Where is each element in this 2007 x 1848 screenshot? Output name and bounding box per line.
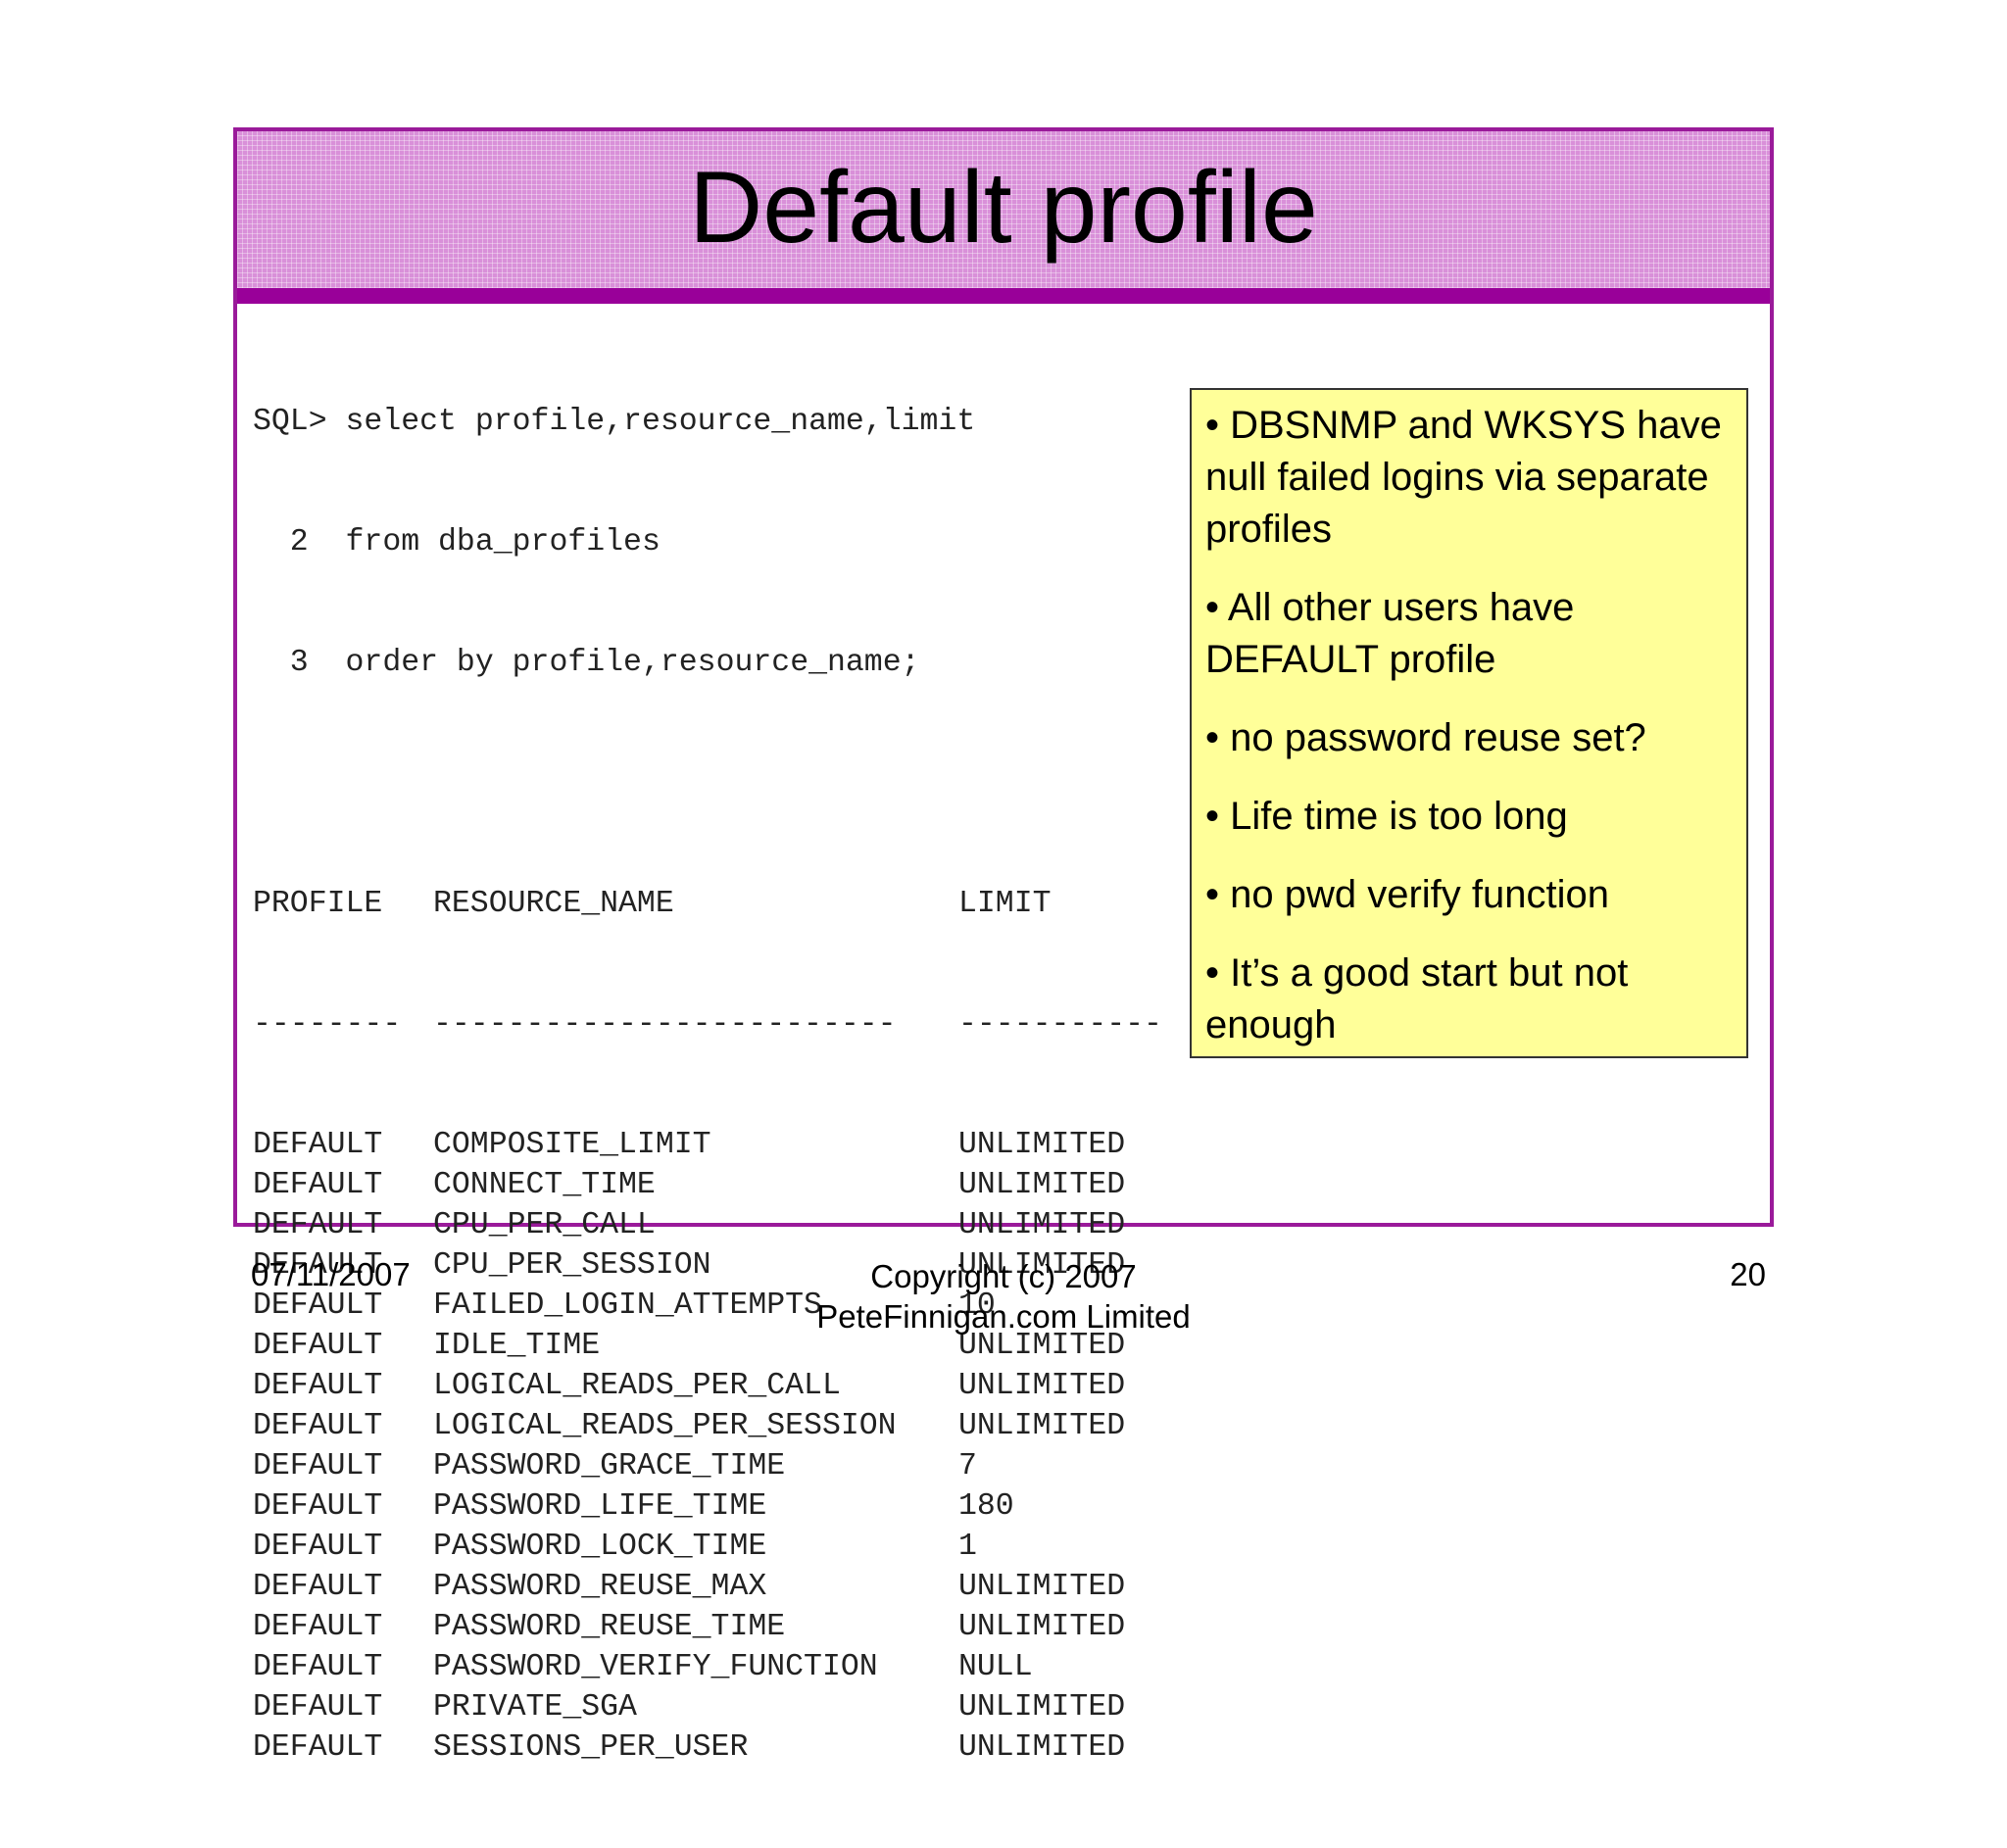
- note-item: • no password reuse set?: [1205, 716, 1646, 759]
- cell-profile: DEFAULT: [253, 1409, 383, 1443]
- cell-profile: DEFAULT: [253, 1650, 383, 1684]
- cell-resource-name: PASSWORD_REUSE_TIME: [433, 1610, 786, 1644]
- table-row: DEFAULT PASSWORD_REUSE_TIME UNLIMITED: [253, 1607, 1162, 1647]
- cell-limit: UNLIMITED: [958, 1570, 1126, 1604]
- cell-profile: DEFAULT: [253, 1369, 383, 1403]
- cell-profile: DEFAULT: [253, 1329, 383, 1363]
- cell-limit: UNLIMITED: [958, 1610, 1126, 1644]
- cell-profile: DEFAULT: [253, 1449, 383, 1483]
- table-row: DEFAULT PASSWORD_LOCK_TIME 1: [253, 1527, 1162, 1567]
- cell-limit: 1: [958, 1530, 977, 1564]
- sql-line: 3 order by profile,resource_name;: [253, 646, 920, 680]
- cell-limit: UNLIMITED: [958, 1208, 1126, 1242]
- cell-limit: NULL: [958, 1650, 1033, 1684]
- header-resource-name: RESOURCE_NAME: [433, 887, 674, 921]
- slide-frame: Default profile SQL> select profile,reso…: [233, 127, 1774, 1765]
- cell-resource-name: CONNECT_TIME: [433, 1168, 656, 1202]
- cell-resource-name: LOGICAL_READS_PER_SESSION: [433, 1409, 897, 1443]
- cell-resource-name: COMPOSITE_LIMIT: [433, 1128, 711, 1162]
- table-row: DEFAULT CONNECT_TIME UNLIMITED: [253, 1165, 1162, 1205]
- note-item: • Life time is too long: [1205, 795, 1568, 838]
- note-item: • All other users have DEFAULT profile: [1205, 586, 1575, 681]
- cell-profile: DEFAULT: [253, 1730, 383, 1765]
- table-body: DEFAULT COMPOSITE_LIMIT UNLIMITED DEFAULT CO…: [253, 1125, 1162, 1768]
- separator-resource-name: -------------------------: [433, 1007, 897, 1042]
- table-row: DEFAULT PASSWORD_REUSE_MAX UNLIMITED: [253, 1567, 1162, 1607]
- footer-date: 07/11/2007: [251, 1256, 411, 1292]
- table-row: DEFAULT PRIVATE_SGA UNLIMITED: [253, 1687, 1162, 1727]
- note-item: • DBSNMP and WKSYS have null failed logi…: [1205, 404, 1722, 551]
- table-row: DEFAULT LOGICAL_READS_PER_SESSION UNLIMITE…: [253, 1406, 1162, 1446]
- cell-limit: 180: [958, 1489, 1014, 1524]
- footer-copyright: Copyright (c) 2007 PeteFinnigan.com Limi…: [710, 1256, 1297, 1337]
- note-item: • It’s a good start but not enough: [1205, 951, 1629, 1046]
- cell-profile: DEFAULT: [253, 1208, 383, 1242]
- slide-title: Default profile: [689, 151, 1318, 265]
- cell-limit: UNLIMITED: [958, 1409, 1126, 1443]
- table-row: DEFAULT COMPOSITE_LIMIT UNLIMITED: [253, 1125, 1162, 1165]
- cell-limit: UNLIMITED: [958, 1730, 1126, 1765]
- cell-profile: DEFAULT: [253, 1168, 383, 1202]
- cell-resource-name: PASSWORD_LIFE_TIME: [433, 1489, 767, 1524]
- cell-profile: DEFAULT: [253, 1610, 383, 1644]
- table-row: DEFAULT PASSWORD_VERIFY_FUNCTION NULL: [253, 1647, 1162, 1687]
- sql-line: SQL> select profile,resource_name,limit: [253, 405, 976, 439]
- separator-profile: --------: [253, 1007, 402, 1042]
- cell-resource-name: LOGICAL_READS_PER_CALL: [433, 1369, 841, 1403]
- sql-output: SQL> select profile,resource_name,limit …: [253, 321, 1162, 1848]
- cell-resource-name: SESSIONS_PER_USER: [433, 1730, 749, 1765]
- cell-resource-name: CPU_PER_CALL: [433, 1208, 656, 1242]
- cell-limit: UNLIMITED: [958, 1168, 1126, 1202]
- table-row: DEFAULT PASSWORD_LIFE_TIME 180: [253, 1486, 1162, 1527]
- cell-limit: UNLIMITED: [958, 1690, 1126, 1725]
- cell-profile: DEFAULT: [253, 1489, 383, 1524]
- callout-note-box: • DBSNMP and WKSYS have null failed logi…: [1190, 388, 1748, 1058]
- table-separator-row: -------- ------------------------- -------…: [253, 1004, 1162, 1045]
- page-number: 20: [1730, 1256, 1766, 1292]
- company-line: PeteFinnigan.com Limited: [816, 1298, 1191, 1335]
- cell-profile: DEFAULT: [253, 1128, 383, 1162]
- title-band: Default profile: [237, 131, 1770, 304]
- cell-resource-name: PRIVATE_SGA: [433, 1690, 637, 1725]
- cell-profile: DEFAULT: [253, 1690, 383, 1725]
- table-row: DEFAULT PASSWORD_GRACE_TIME 7: [253, 1446, 1162, 1486]
- cell-resource-name: PASSWORD_LOCK_TIME: [433, 1530, 767, 1564]
- cell-limit: UNLIMITED: [958, 1369, 1126, 1403]
- cell-resource-name: PASSWORD_REUSE_MAX: [433, 1570, 767, 1604]
- cell-profile: DEFAULT: [253, 1570, 383, 1604]
- cell-resource-name: PASSWORD_GRACE_TIME: [433, 1449, 786, 1483]
- copyright-line: Copyright (c) 2007: [870, 1258, 1137, 1294]
- table-row: DEFAULT SESSIONS_PER_USER UNLIMITED: [253, 1727, 1162, 1768]
- table-header-row: PROFILE RESOURCE_NAME LIMIT: [253, 884, 1162, 924]
- cell-limit: UNLIMITED: [958, 1128, 1126, 1162]
- note-item: • no pwd verify function: [1205, 873, 1609, 916]
- separator-limit: -----------: [958, 1007, 1162, 1042]
- cell-limit: 7: [958, 1449, 977, 1483]
- cell-profile: DEFAULT: [253, 1530, 383, 1564]
- table-row: DEFAULT CPU_PER_CALL UNLIMITED: [253, 1205, 1162, 1245]
- header-limit: LIMIT: [958, 887, 1052, 921]
- table-row: DEFAULT LOGICAL_READS_PER_CALL UNLIMITED: [253, 1366, 1162, 1406]
- header-profile: PROFILE: [253, 887, 383, 921]
- cell-resource-name: PASSWORD_VERIFY_FUNCTION: [433, 1650, 878, 1684]
- sql-line: 2 from dba_profiles: [253, 525, 661, 559]
